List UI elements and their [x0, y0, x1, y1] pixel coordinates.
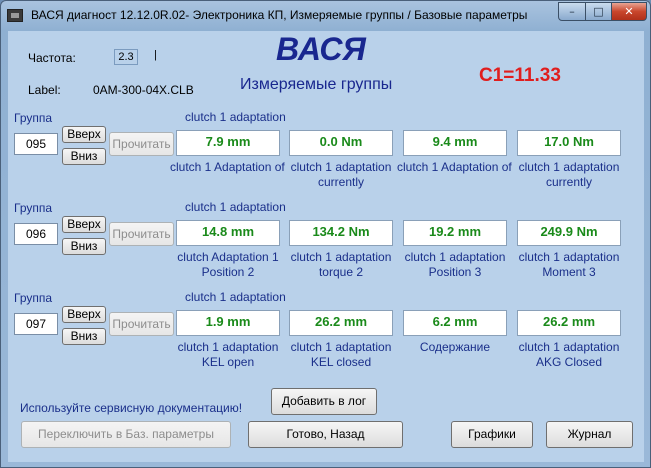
switch-basic-params-button[interactable]: Переключить в Баз. параметры: [21, 421, 231, 448]
group-down-button[interactable]: Вниз: [62, 148, 106, 165]
group-title: clutch 1 adaptation: [185, 110, 286, 124]
group-read-button[interactable]: Прочитать: [109, 312, 174, 336]
measured-description: clutch 1 adaptation: [290, 160, 392, 174]
measured-description: clutch 1 adaptation: [404, 250, 506, 264]
group-up-button[interactable]: Вверх: [62, 306, 106, 323]
add-to-log-button[interactable]: Добавить в лог: [271, 388, 377, 415]
measured-value: 26.2 mm: [289, 310, 393, 336]
measured-description: clutch 1 adaptation: [518, 160, 620, 174]
frequency-label: Частота:: [28, 51, 76, 65]
journal-button[interactable]: Журнал: [546, 421, 633, 448]
service-note: Используйте сервисную документацию!: [20, 401, 243, 415]
measured-description: clutch 1 Adaptation of ar: [397, 160, 513, 174]
group-label: Группа: [14, 291, 53, 305]
measured-value: 14.8 mm: [176, 220, 280, 246]
maximize-button[interactable]: □: [585, 2, 612, 21]
measured-description: clutch 1 adaptation: [290, 340, 392, 354]
group-number-input[interactable]: 095: [14, 133, 58, 155]
label-file: 0AM-300-04X.CLB: [93, 83, 194, 97]
measured-description: clutch 1 adaptation: [518, 340, 620, 354]
app-name: ВАСЯ: [276, 31, 366, 67]
measured-description-line2: KEL closed: [310, 355, 372, 369]
measured-value: 19.2 mm: [403, 220, 507, 246]
measured-description: clutch 1 adaptation: [177, 340, 279, 354]
measured-value: 0.0 Nm: [289, 130, 393, 156]
measured-value: 17.0 Nm: [517, 130, 621, 156]
frequency-value: 2.3: [114, 49, 138, 65]
measured-value: 9.4 mm: [403, 130, 507, 156]
group-label: Группа: [14, 111, 53, 125]
group-read-button[interactable]: Прочитать: [109, 222, 174, 246]
group-up-button[interactable]: Вверх: [62, 216, 106, 233]
group-up-button[interactable]: Вверх: [62, 126, 106, 143]
measured-description-line2: Moment 3: [542, 265, 596, 279]
group-down-button[interactable]: Вниз: [62, 238, 106, 255]
measured-description-line2: Position 2: [201, 265, 255, 279]
measured-description: clutch Adaptation 1: [177, 250, 279, 264]
measured-description-line2: AKG Closed: [535, 355, 603, 369]
measured-description: Содержание: [419, 340, 491, 354]
measured-description-line2: KEL open: [201, 355, 255, 369]
done-back-button[interactable]: Готово, Назад: [248, 421, 403, 448]
measured-description: clutch 1 adaptation: [518, 250, 620, 264]
measured-description-line2: currently: [317, 175, 364, 189]
group-number-input[interactable]: 096: [14, 223, 58, 245]
frequency-mark: |: [154, 49, 157, 61]
app-window: ВАСЯ диагност 12.12.0R.02- Электроника К…: [0, 0, 651, 468]
group-down-button[interactable]: Вниз: [62, 328, 106, 345]
section-title: Измеряемые группы: [240, 76, 393, 93]
measured-description-line2: currently: [545, 175, 592, 189]
measured-description: clutch 1 Adaptation of ar: [170, 160, 286, 174]
measured-value: 1.9 mm: [176, 310, 280, 336]
main-panel: Частота: 2.3 | Label: 0AM-300-04X.CLB ВА…: [8, 31, 644, 462]
measured-value: 26.2 mm: [517, 310, 621, 336]
measured-value: 249.9 Nm: [517, 220, 621, 246]
minimize-button[interactable]: –: [558, 2, 586, 21]
measured-value: 134.2 Nm: [289, 220, 393, 246]
window-title: ВАСЯ диагност 12.12.0R.02- Электроника К…: [31, 8, 528, 22]
label-caption: Label:: [28, 83, 61, 97]
group-read-button[interactable]: Прочитать: [109, 132, 174, 156]
app-icon: [7, 9, 23, 22]
measured-description: clutch 1 adaptation: [290, 250, 392, 264]
close-button[interactable]: ✕: [611, 2, 647, 21]
graphs-button[interactable]: Графики: [451, 421, 533, 448]
measured-value: 7.9 mm: [176, 130, 280, 156]
measured-description-line2: torque 2: [318, 265, 364, 279]
measured-value: 6.2 mm: [403, 310, 507, 336]
measured-description-line2: Position 3: [428, 265, 482, 279]
group-title: clutch 1 adaptation: [185, 290, 286, 304]
c1-value: C1=11.33: [479, 65, 561, 86]
group-label: Группа: [14, 201, 53, 215]
title-bar[interactable]: ВАСЯ диагност 12.12.0R.02- Электроника К…: [1, 1, 650, 31]
group-number-input[interactable]: 097: [14, 313, 58, 335]
group-title: clutch 1 adaptation: [185, 200, 286, 214]
